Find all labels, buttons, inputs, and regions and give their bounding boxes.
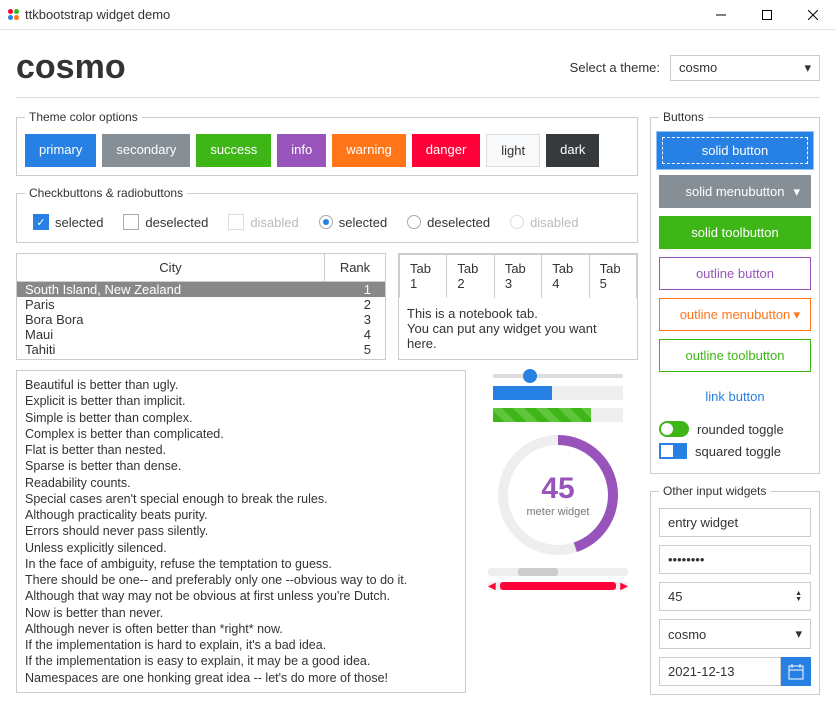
input-widgets-group: Other input widgets entry widget •••••••…	[650, 484, 820, 695]
buttons-group: Buttons solid button solid menubutton▾ s…	[650, 110, 820, 474]
password-input[interactable]: ••••••••	[659, 545, 811, 574]
caret-down-icon: ▾	[793, 184, 800, 200]
squared-toggle[interactable]	[659, 443, 687, 459]
checkbuttons-group: Checkbuttons & radiobuttons ✓selected de…	[16, 186, 638, 243]
calendar-icon[interactable]	[781, 657, 811, 686]
outline-menubutton[interactable]: outline menubutton▾	[659, 298, 811, 331]
solid-menubutton[interactable]: solid menubutton▾	[659, 175, 811, 208]
maximize-button[interactable]	[744, 0, 790, 30]
theme-color-group: Theme color options primarysecondarysucc…	[16, 110, 638, 176]
tab-content: This is a notebook tab. You can put any …	[399, 297, 637, 359]
radio-selected[interactable]: selected	[319, 215, 387, 230]
scrollbar-grey[interactable]	[488, 568, 628, 576]
table-row[interactable]: Tahiti5	[17, 342, 385, 357]
outline-toolbutton[interactable]: outline toolbutton	[659, 339, 811, 372]
page-title: cosmo	[16, 48, 126, 87]
table-row[interactable]: Bora Bora3	[17, 312, 385, 327]
solid-toolbutton[interactable]: solid toolbutton	[659, 216, 811, 249]
color-primary-button[interactable]: primary	[25, 134, 96, 167]
color-dark-button[interactable]: dark	[546, 134, 599, 167]
radio-disabled: disabled	[510, 215, 578, 230]
spin-arrows-icon[interactable]: ▲▼	[795, 591, 802, 603]
tab-1[interactable]: Tab 1	[399, 254, 447, 298]
spinbox-input[interactable]: 45▲▼	[659, 582, 811, 611]
color-secondary-button[interactable]: secondary	[102, 134, 190, 167]
color-warning-button[interactable]: warning	[332, 134, 406, 167]
color-info-button[interactable]: info	[277, 134, 326, 167]
arrow-right-icon[interactable]: ▶	[620, 581, 628, 592]
link-button[interactable]: link button	[659, 380, 811, 413]
checkbox-deselected[interactable]: deselected	[123, 214, 208, 230]
checkbox-disabled: disabled	[228, 214, 298, 230]
col-rank[interactable]: Rank	[325, 254, 385, 281]
combobox-input[interactable]: cosmo▾	[659, 619, 811, 649]
theme-select[interactable]: cosmo ▾	[670, 55, 820, 81]
outline-button[interactable]: outline button	[659, 257, 811, 290]
tab-2[interactable]: Tab 2	[447, 254, 494, 298]
notebook: Tab 1Tab 2Tab 3Tab 4Tab 5 This is a note…	[398, 253, 638, 360]
color-light-button[interactable]: light	[486, 134, 540, 167]
radio-deselected[interactable]: deselected	[407, 215, 490, 230]
window-title: ttkbootstrap widget demo	[25, 7, 170, 22]
scale-slider[interactable]	[493, 374, 623, 378]
caret-down-icon: ▾	[793, 307, 800, 323]
window-titlebar: ttkbootstrap widget demo	[0, 0, 836, 30]
close-button[interactable]	[790, 0, 836, 30]
minimize-button[interactable]	[698, 0, 744, 30]
tab-3[interactable]: Tab 3	[495, 254, 542, 298]
color-danger-button[interactable]: danger	[412, 134, 480, 167]
tab-4[interactable]: Tab 4	[542, 254, 589, 298]
solid-button[interactable]: solid button	[659, 134, 811, 167]
rounded-toggle[interactable]	[659, 421, 689, 437]
progressbar-striped	[493, 408, 623, 422]
table-row[interactable]: Paris2	[17, 297, 385, 312]
treeview-table[interactable]: City Rank South Island, New Zealand1Pari…	[16, 253, 386, 360]
table-row[interactable]: Maui4	[17, 327, 385, 342]
meter-widget: 45meter widget	[493, 430, 623, 560]
tab-5[interactable]: Tab 5	[590, 254, 637, 298]
scrollbar-red[interactable]: ◀▶	[488, 582, 628, 590]
date-input[interactable]: 2021-12-13	[659, 657, 811, 686]
app-icon	[8, 9, 19, 20]
text-widget[interactable]: Beautiful is better than ugly.Explicit i…	[16, 370, 466, 693]
progressbar-primary	[493, 386, 623, 400]
color-success-button[interactable]: success	[196, 134, 271, 167]
chevron-down-icon: ▾	[795, 626, 802, 642]
arrow-left-icon[interactable]: ◀	[488, 581, 496, 592]
entry-input[interactable]: entry widget	[659, 508, 811, 537]
chevron-down-icon: ▾	[804, 60, 811, 76]
theme-select-label: Select a theme:	[570, 60, 660, 75]
checkbox-selected[interactable]: ✓selected	[33, 214, 103, 230]
table-row[interactable]: South Island, New Zealand1	[17, 282, 385, 297]
col-city[interactable]: City	[17, 254, 325, 281]
